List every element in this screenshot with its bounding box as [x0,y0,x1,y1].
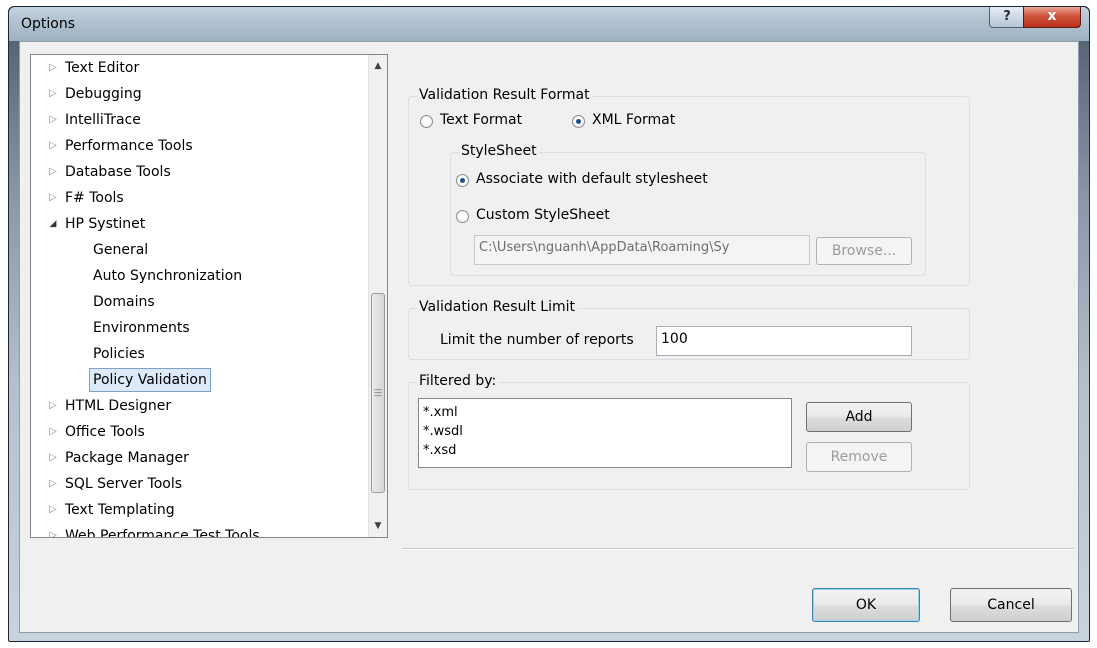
tree-item-label: Web Performance Test Tools [65,528,260,538]
collapsed-arrow-icon[interactable]: ▷ [45,523,61,537]
tree-item-label: Debugging [65,86,142,102]
add-button[interactable]: Add [806,402,912,432]
tree-item[interactable]: ▷ SQL Server Tools [49,471,183,497]
tree-item-label: Text Templating [65,502,175,518]
tree-item[interactable]: ▷ HTML Designer [49,393,172,419]
tree-item[interactable]: General [93,237,148,263]
collapsed-arrow-icon[interactable]: ▷ [45,497,61,523]
title-bar[interactable]: Options ? x [9,7,1089,41]
scroll-up-icon[interactable]: ▲ [369,57,387,75]
scroll-thumb[interactable]: — — — [371,293,385,493]
list-item[interactable]: *.wsdl [423,422,787,441]
collapsed-arrow-icon[interactable]: ▷ [45,471,61,497]
tree-item-label: HTML Designer [65,398,172,414]
collapsed-arrow-icon[interactable]: ▷ [45,81,61,107]
stylesheet-path-input[interactable]: C:\Users\nguanh\AppData\Roaming\Sy [474,235,810,265]
tree-item[interactable]: Environments [93,315,190,341]
xml-format-radio[interactable] [572,115,585,128]
close-icon: x [1047,8,1057,24]
expanded-arrow-icon[interactable]: ◢ [45,211,61,237]
tree-item-label: Environments [93,320,190,336]
limit-reports-label: Limit the number of reports [440,332,634,348]
collapsed-arrow-icon[interactable]: ▷ [45,107,61,133]
tree-item[interactable]: ▷ Text Editor [49,55,140,81]
tree-item-label: Policy Validation [89,368,211,392]
xml-format-label[interactable]: XML Format [592,112,675,128]
footer-separator [402,548,1074,550]
group-legend: Validation Result Format [417,87,592,103]
list-item[interactable]: *.xml [423,403,787,422]
group-legend: Filtered by: [417,373,499,389]
list-item[interactable]: *.xsd [423,441,787,460]
tree-item-label: Auto Synchronization [93,268,243,284]
grip-icon: — — — [374,385,382,400]
tree-item[interactable]: ▷ F# Tools [49,185,124,211]
options-dialog: Options ? x ▷ Text Editor ▷ Debugging ▷ Intel… [8,6,1090,642]
custom-stylesheet-label[interactable]: Custom StyleSheet [476,207,610,223]
tree-item-label: HP Systinet [65,216,146,232]
tree-item[interactable]: ▷ Text Templating [49,497,175,523]
remove-button[interactable]: Remove [806,442,912,472]
limit-reports-input[interactable]: 100 [656,326,912,356]
tree-item-label: IntelliTrace [65,112,141,128]
tree-item-label: F# Tools [65,190,124,206]
tree-item[interactable]: ▷ Performance Tools [49,133,193,159]
tree-item-label: Text Editor [65,60,140,76]
window-title: Options [21,16,76,32]
tree-item[interactable]: ▷ Database Tools [49,159,171,185]
tree-item-label: Office Tools [65,424,145,440]
default-stylesheet-radio[interactable] [456,174,469,187]
text-format-label[interactable]: Text Format [440,112,522,128]
tree-item-label: Performance Tools [65,138,193,154]
tree-item[interactable]: ▷ Debugging [49,81,142,107]
tree-item-label: General [93,242,149,258]
tree-scrollbar[interactable]: ▲ — — — ▼ [368,55,387,537]
tree-item[interactable]: Policy Validation [89,367,211,393]
tree-item[interactable]: Policies [93,341,145,367]
options-tree[interactable]: ▷ Text Editor ▷ Debugging ▷ IntelliTrace ▷ Perf… [30,54,388,538]
default-stylesheet-label[interactable]: Associate with default stylesheet [476,171,708,187]
tree-item-label: Domains [93,294,155,310]
collapsed-arrow-icon[interactable]: ▷ [45,445,61,471]
custom-stylesheet-radio[interactable] [456,210,469,223]
help-button[interactable]: ? [989,7,1025,28]
close-button[interactable]: x [1023,7,1081,28]
collapsed-arrow-icon[interactable]: ▷ [45,159,61,185]
tree-item-label: Database Tools [65,164,171,180]
collapsed-arrow-icon[interactable]: ▷ [45,185,61,211]
ok-button[interactable]: OK [812,588,920,622]
tree-item-label: Package Manager [65,450,189,466]
tree-item[interactable]: ▷ IntelliTrace [49,107,141,133]
collapsed-arrow-icon[interactable]: ▷ [45,419,61,445]
tree-item[interactable]: ▷ Web Performance Test Tools [49,523,260,538]
scroll-down-icon[interactable]: ▼ [369,517,387,535]
collapsed-arrow-icon[interactable]: ▷ [45,133,61,159]
text-format-radio[interactable] [420,115,433,128]
browse-button[interactable]: Browse... [816,237,912,265]
tree-item-label: SQL Server Tools [65,476,183,492]
tree-item[interactable]: Auto Synchronization [93,263,242,289]
collapsed-arrow-icon[interactable]: ▷ [45,55,61,81]
filter-list[interactable]: *.xml *.wsdl *.xsd [418,398,792,468]
collapsed-arrow-icon[interactable]: ▷ [45,393,61,419]
dialog-client-area: ▷ Text Editor ▷ Debugging ▷ IntelliTrace ▷ Perf… [19,41,1079,633]
tree-item-label: Policies [93,346,145,362]
group-legend: Validation Result Limit [417,299,577,315]
tree-item[interactable]: ▷ Package Manager [49,445,189,471]
tree-item[interactable]: ◢ HP Systinet [50,211,146,237]
tree-item[interactable]: ▷ Office Tools [49,419,145,445]
tree-item[interactable]: Domains [93,289,155,315]
group-legend: StyleSheet [459,143,539,159]
cancel-button[interactable]: Cancel [950,588,1072,622]
help-icon: ? [1003,9,1011,24]
